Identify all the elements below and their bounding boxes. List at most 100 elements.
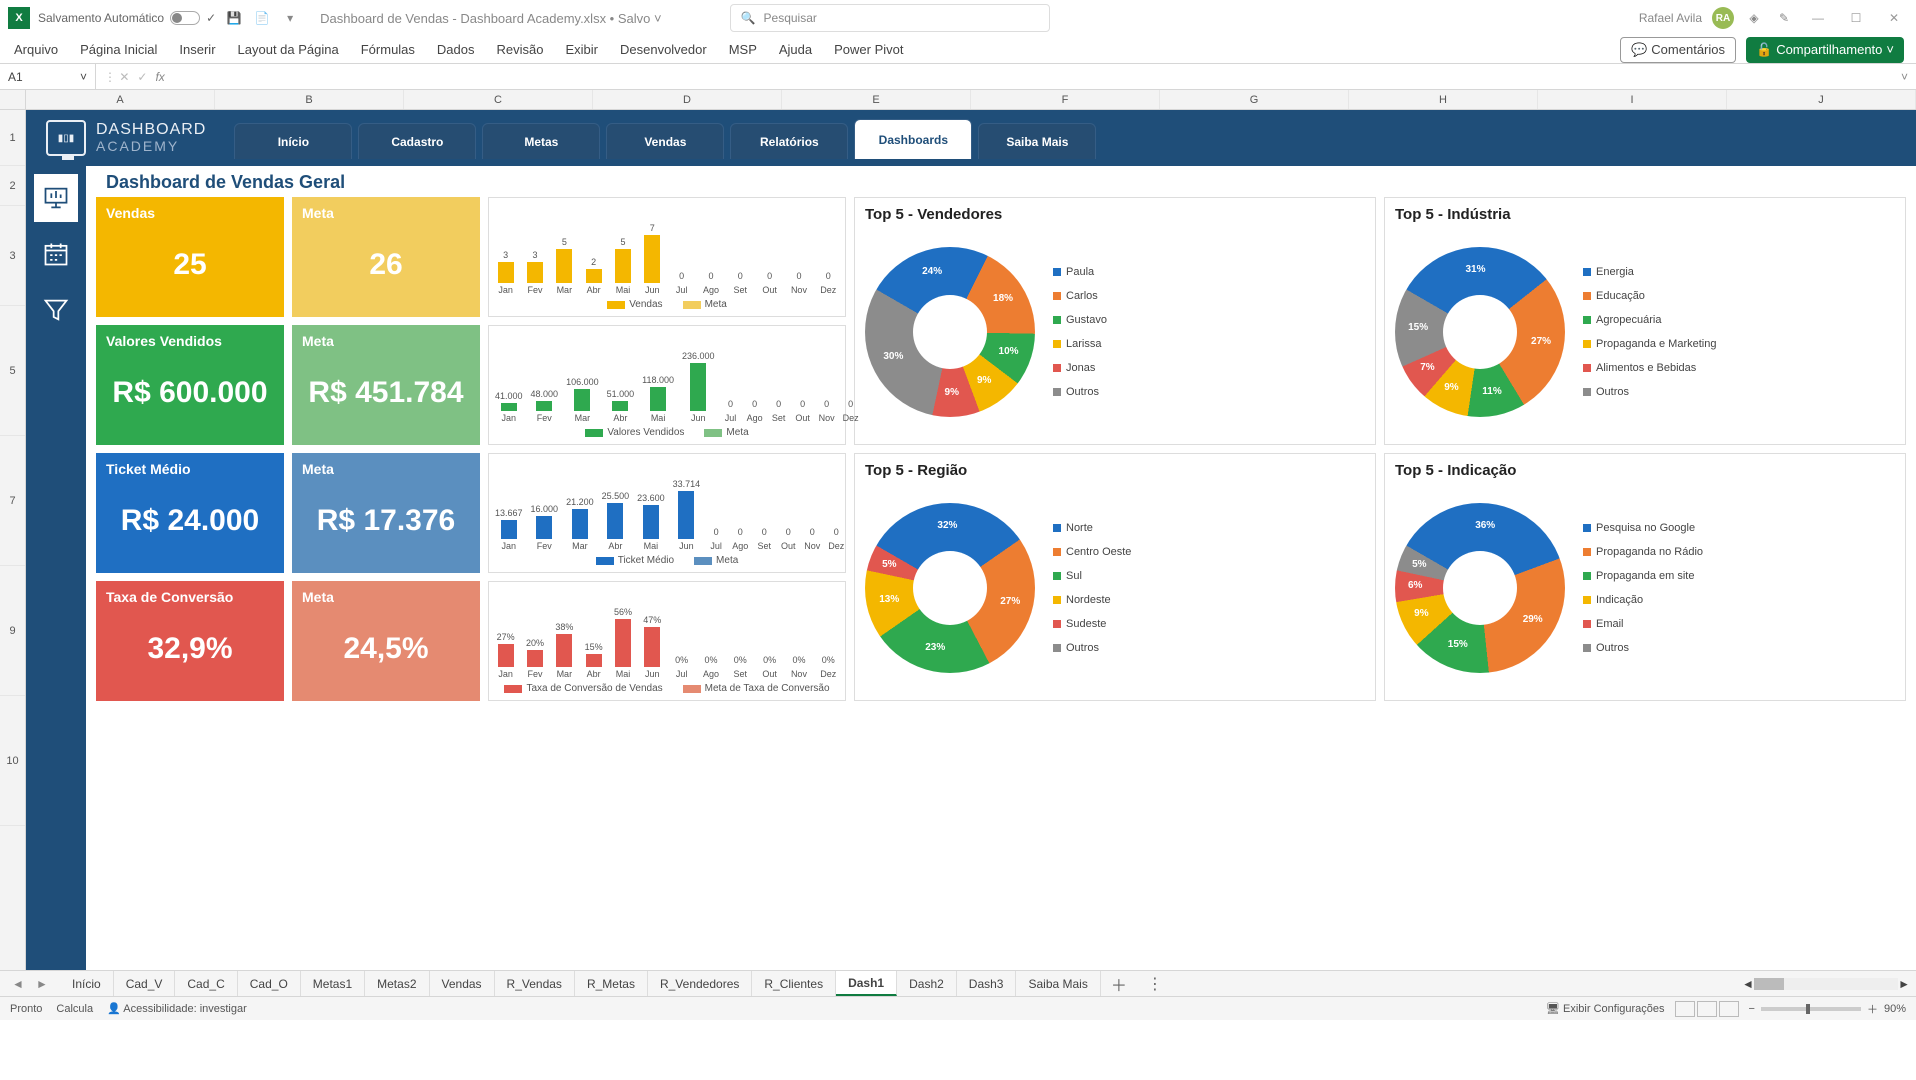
save-icon[interactable]: 💾 [224,8,244,28]
sheet-tab[interactable]: Vendas [430,971,495,996]
col-header[interactable]: A [26,90,215,109]
nav-tab-metas[interactable]: Metas [482,123,600,159]
calendar-icon[interactable] [34,230,78,278]
share-button[interactable]: 🔓 Compartilhamento ˅ [1746,37,1904,63]
sheet-tab[interactable]: R_Vendedores [648,971,752,996]
nav-tab-vendas[interactable]: Vendas [606,123,724,159]
sheet-tab[interactable]: R_Clientes [752,971,836,996]
row-header[interactable]: 9 [0,566,25,696]
sheet-tab[interactable]: Dash1 [836,971,897,996]
toggle-icon[interactable] [170,11,200,25]
comments-button[interactable]: 💬 Comentários [1620,37,1736,63]
donut-slice-label: 9% [945,387,959,398]
ribbon-tab-msp[interactable]: MSP [727,38,759,61]
dashboard-content: Dashboard de Vendas Geral Vendas25Meta26… [86,166,1916,970]
legend-item: Pesquisa no Google [1583,522,1703,534]
col-header[interactable]: E [782,90,971,109]
kpi-meta-value: 24,5% [343,632,428,666]
ribbon-tab-layout-da-página[interactable]: Layout da Página [236,38,341,61]
nav-tab-relatórios[interactable]: Relatórios [730,123,848,159]
user-name[interactable]: Rafael Avila [1639,11,1702,25]
chart-legend: VendasMeta [495,295,839,314]
row-header[interactable]: 7 [0,436,25,566]
nav-tab-dashboards[interactable]: Dashboards [854,119,972,159]
ribbon-tab-inserir[interactable]: Inserir [177,38,217,61]
bar-label: 20% [526,638,544,648]
sheet-tab[interactable]: Metas2 [365,971,429,996]
select-all-cell[interactable] [0,90,26,109]
sheet-tab[interactable]: Metas1 [301,971,365,996]
horizontal-scrollbar[interactable]: ◄► [1736,977,1916,991]
row-header[interactable]: 3 [0,206,25,306]
avatar[interactable]: RA [1712,7,1734,29]
sheet-tab[interactable]: Cad_C [175,971,237,996]
ribbon-tab-arquivo[interactable]: Arquivo [12,38,60,61]
sheet-tab[interactable]: Saiba Mais [1016,971,1100,996]
worksheet[interactable]: ▮▯▮ DASHBOARDACADEMY InícioCadastroMetas… [26,110,1916,970]
confirm-icon[interactable]: ✓ [137,70,147,84]
zoom-control[interactable]: −＋90% [1749,1001,1906,1017]
legend-item: Jonas [1053,362,1107,374]
filter-icon[interactable] [34,286,78,334]
ribbon-tab-exibir[interactable]: Exibir [563,38,600,61]
ribbon-tab-power-pivot[interactable]: Power Pivot [832,38,905,61]
expand-formula-icon[interactable]: ˅ [1893,70,1916,84]
col-header[interactable]: I [1538,90,1727,109]
maximize-icon[interactable]: ☐ [1842,4,1870,32]
nav-tab-início[interactable]: Início [234,123,352,159]
bar [586,269,602,283]
sheet-tab[interactable]: Cad_O [238,971,301,996]
close-icon[interactable]: ✕ [1880,4,1908,32]
pdf-icon[interactable]: 📄 [252,8,272,28]
col-header[interactable]: J [1727,90,1916,109]
col-header[interactable]: F [971,90,1160,109]
pen-icon[interactable]: ✎ [1774,8,1794,28]
donut-legend: Pesquisa no GooglePropaganda no RádioPro… [1583,522,1703,654]
nav-tab-cadastro[interactable]: Cadastro [358,123,476,159]
name-box[interactable]: A1˅ [0,64,96,89]
cancel-icon[interactable]: ⋮ ✕ [104,70,129,84]
sheet-tab[interactable]: R_Vendas [495,971,575,996]
file-name[interactable]: Dashboard de Vendas - Dashboard Academy.… [320,11,661,26]
add-sheet-button[interactable]: ＋ [1101,972,1137,996]
ribbon-tab-revisão[interactable]: Revisão [495,38,546,61]
ribbon-tab-página-inicial[interactable]: Página Inicial [78,38,159,61]
row-header[interactable]: 1 [0,110,25,166]
bar-category: Mar [572,541,588,551]
diamond-icon[interactable]: ◈ [1744,8,1764,28]
display-settings[interactable]: 🖥 Exibir Configurações [1546,1002,1665,1015]
minimize-icon[interactable]: — [1804,4,1832,32]
presentation-icon[interactable] [34,174,78,222]
kpi-meta-card: Meta24,5% [292,581,480,701]
autosave-toggle[interactable]: Salvamento Automático ✓ [38,11,216,25]
col-header[interactable]: D [593,90,782,109]
sheet-tab[interactable]: Início [60,971,114,996]
col-header[interactable]: B [215,90,404,109]
view-mode-buttons[interactable] [1675,1001,1739,1017]
sheet-nav-arrows[interactable]: ◄► [0,977,60,991]
col-header[interactable]: G [1160,90,1349,109]
bar-label: 56% [614,607,632,617]
bar-label: 0 [767,271,772,281]
sheet-tab[interactable]: Dash3 [957,971,1017,996]
sheet-tab[interactable]: Cad_V [114,971,176,996]
ribbon-tab-fórmulas[interactable]: Fórmulas [359,38,417,61]
fx-icon[interactable]: fx [155,70,164,84]
sheet-tab[interactable]: R_Metas [575,971,648,996]
qat-dropdown-icon[interactable]: ▾ [280,8,300,28]
ribbon-tab-dados[interactable]: Dados [435,38,477,61]
col-header[interactable]: H [1349,90,1538,109]
accessibility-status[interactable]: 👤 Acessibilidade: investigar [107,1002,247,1015]
excel-logo-icon: X [8,7,30,29]
col-header[interactable]: C [404,90,593,109]
row-header[interactable]: 5 [0,306,25,436]
sheet-tab[interactable]: Dash2 [897,971,957,996]
chevron-down-icon[interactable]: ˅ [80,70,87,84]
sheet-menu-icon[interactable]: ⋮ [1137,974,1173,994]
nav-tab-saiba-mais[interactable]: Saiba Mais [978,123,1096,159]
ribbon-tab-ajuda[interactable]: Ajuda [777,38,814,61]
ribbon-tab-desenvolvedor[interactable]: Desenvolvedor [618,38,709,61]
row-header[interactable]: 10 [0,696,25,826]
row-header[interactable]: 2 [0,166,25,206]
search-input[interactable]: 🔍 Pesquisar [730,4,1050,32]
